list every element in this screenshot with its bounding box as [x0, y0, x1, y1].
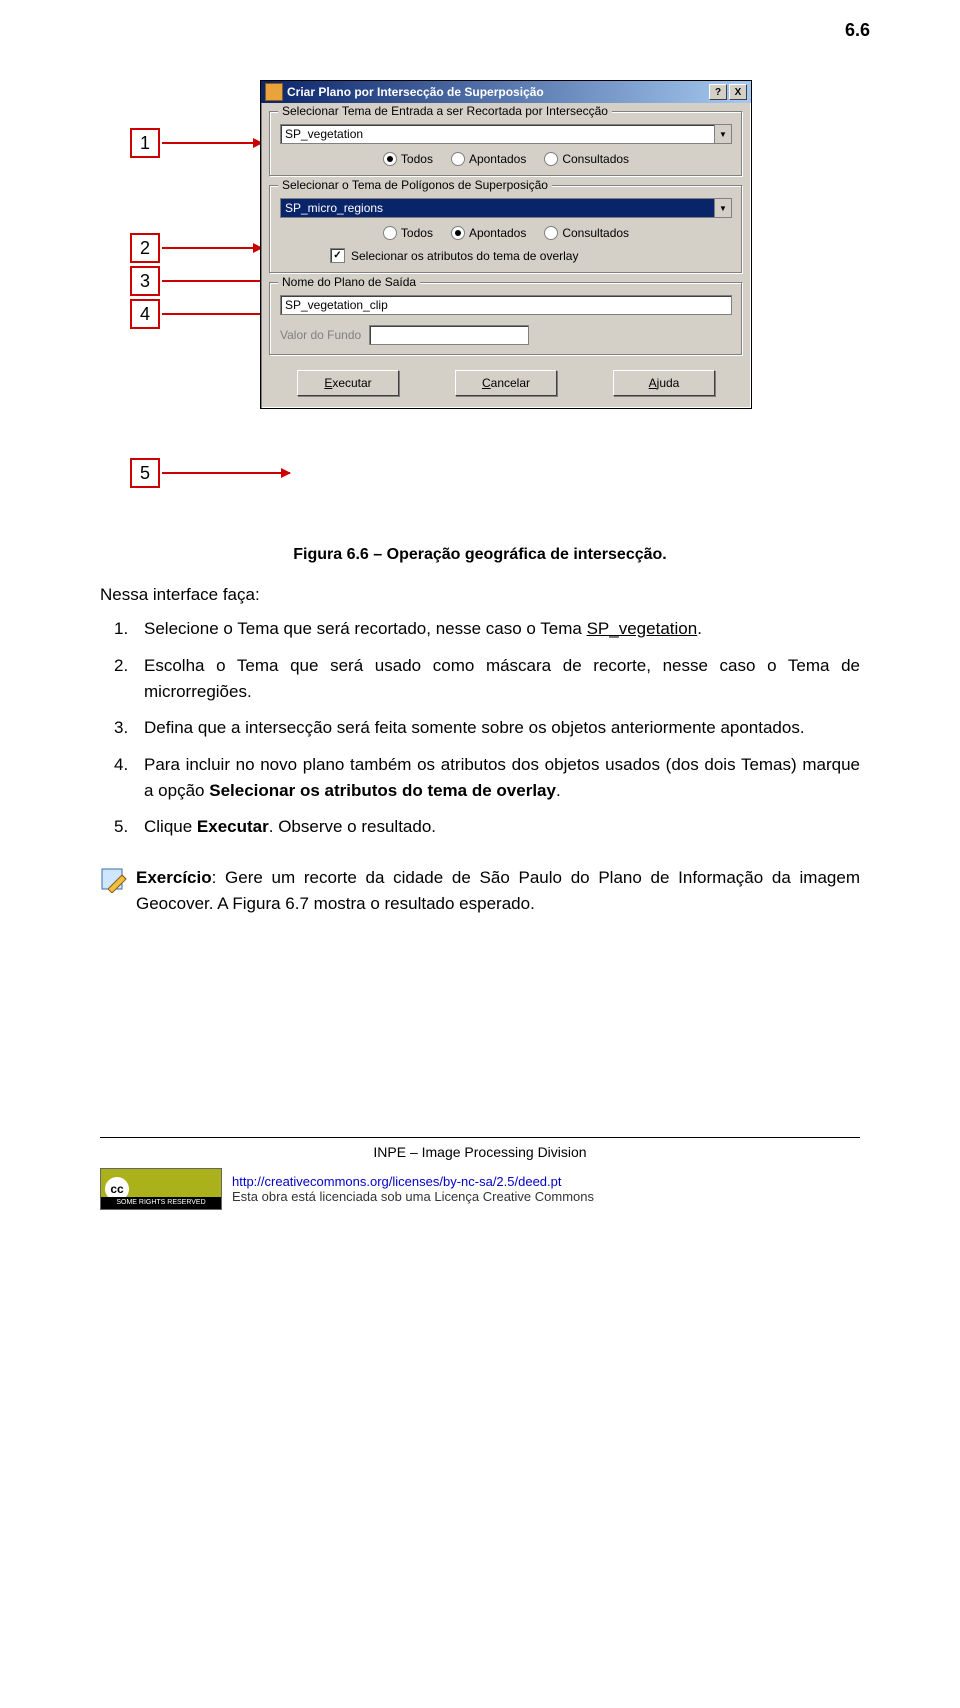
- radio-consultados-1[interactable]: Consultados: [544, 152, 629, 166]
- radio-icon: [451, 226, 465, 240]
- radio-apontados-1[interactable]: Apontados: [451, 152, 526, 166]
- instruction-list: 1. Selecione o Tema que será recortado, …: [114, 616, 860, 840]
- step-text: Selecione o Tema que será recortado, nes…: [144, 619, 587, 638]
- callout-4: 4: [130, 299, 160, 329]
- figure-caption: Figura 6.6 – Operação geográfica de inte…: [100, 546, 860, 564]
- callout-3: 3: [130, 266, 160, 296]
- group2-legend: Selecionar o Tema de Polígonos de Superp…: [278, 178, 552, 192]
- app-icon: [265, 83, 283, 101]
- figure-area: 1 2 3 4 5 Criar Plano por Intersecção de…: [100, 70, 860, 540]
- step-text: . Observe o resultado.: [269, 817, 436, 836]
- group-input-theme: Selecionar Tema de Entrada a ser Recorta…: [269, 111, 743, 177]
- step-theme-name: SP_vegetation: [587, 619, 698, 638]
- radio-todos-1[interactable]: Todos: [383, 152, 433, 166]
- cancelar-button[interactable]: Cancelar: [455, 370, 557, 396]
- callout-arrow-1: [162, 142, 262, 144]
- cc-badge-text: SOME RIGHTS RESERVED: [101, 1197, 221, 1209]
- exercise-text: : Gere um recorte da cidade de São Paulo…: [136, 868, 860, 913]
- radio-icon: [544, 226, 558, 240]
- callout-1: 1: [130, 128, 160, 158]
- footer-division: INPE – Image Processing Division: [100, 1137, 860, 1160]
- callout-arrow-2: [162, 247, 262, 249]
- radio-label: Apontados: [469, 152, 526, 166]
- step-text: Escolha o Tema que será usado como másca…: [144, 653, 860, 706]
- chevron-down-icon[interactable]: ▼: [714, 199, 731, 217]
- input-theme-dropdown[interactable]: SP_vegetation ▼: [280, 124, 732, 144]
- close-button[interactable]: X: [729, 84, 747, 100]
- input-theme-value: SP_vegetation: [281, 125, 714, 143]
- overlay-theme-dropdown[interactable]: SP_micro_regions ▼: [280, 198, 732, 218]
- help-button[interactable]: ?: [709, 84, 727, 100]
- group3-legend: Nome do Plano de Saída: [278, 275, 420, 289]
- valor-fundo-label: Valor do Fundo: [280, 328, 361, 342]
- chevron-down-icon[interactable]: ▼: [714, 125, 731, 143]
- list-item: 3. Defina que a intersecção será feita s…: [114, 715, 860, 741]
- callout-arrow-5: [162, 472, 290, 474]
- callout-2: 2: [130, 233, 160, 263]
- cc-license-text: Esta obra está licenciada sob uma Licenç…: [232, 1189, 594, 1204]
- radio-icon: [544, 152, 558, 166]
- radio-label: Todos: [401, 226, 433, 240]
- list-item: 2. Escolha o Tema que será usado como má…: [114, 653, 860, 706]
- radio-label: Consultados: [562, 152, 629, 166]
- step-text: Defina que a intersecção será feita some…: [144, 715, 860, 741]
- step-text: .: [556, 781, 561, 800]
- radio-consultados-2[interactable]: Consultados: [544, 226, 629, 240]
- radio-label: Apontados: [469, 226, 526, 240]
- dialog-title: Criar Plano por Intersecção de Superposi…: [287, 85, 707, 99]
- step-text: Clique: [144, 817, 197, 836]
- radio-label: Consultados: [562, 226, 629, 240]
- output-name-input[interactable]: SP_vegetation_clip: [280, 295, 732, 315]
- list-item: 4. Para incluir no novo plano também os …: [114, 752, 860, 805]
- overlay-attrib-checkbox[interactable]: ✓: [330, 248, 345, 263]
- group1-legend: Selecionar Tema de Entrada a ser Recorta…: [278, 104, 612, 118]
- callout-5: 5: [130, 458, 160, 488]
- radio-todos-2[interactable]: Todos: [383, 226, 433, 240]
- cc-footer: cc SOME RIGHTS RESERVED http://creativec…: [100, 1168, 860, 1220]
- step-text: .: [697, 619, 702, 638]
- cc-badge-icon: cc SOME RIGHTS RESERVED: [100, 1168, 222, 1210]
- valor-fundo-input[interactable]: [369, 325, 529, 345]
- step-bold: Executar: [197, 817, 269, 836]
- list-item: 1. Selecione o Tema que será recortado, …: [114, 616, 860, 642]
- exercise-block: Exercício: Gere um recorte da cidade de …: [100, 865, 860, 918]
- radio-label: Todos: [401, 152, 433, 166]
- radio-icon: [383, 226, 397, 240]
- pencil-note-icon: [100, 865, 128, 893]
- cc-url-link[interactable]: http://creativecommons.org/licenses/by-n…: [232, 1174, 562, 1189]
- group-overlay-theme: Selecionar o Tema de Polígonos de Superp…: [269, 185, 743, 274]
- radio-apontados-2[interactable]: Apontados: [451, 226, 526, 240]
- step-bold: Selecionar os atributos do tema de overl…: [209, 781, 556, 800]
- radio-icon: [451, 152, 465, 166]
- page-number: 6.6: [845, 20, 870, 41]
- list-item: 5. Clique Executar. Observe o resultado.: [114, 814, 860, 840]
- overlay-theme-value: SP_micro_regions: [281, 199, 714, 217]
- dialog-window: Criar Plano por Intersecção de Superposi…: [260, 80, 752, 409]
- executar-button[interactable]: Executar: [297, 370, 399, 396]
- overlay-attrib-label: Selecionar os atributos do tema de overl…: [351, 249, 578, 263]
- group-output: Nome do Plano de Saída SP_vegetation_cli…: [269, 282, 743, 356]
- intro-text: Nessa interface faça:: [100, 582, 860, 608]
- radio-icon: [383, 152, 397, 166]
- exercise-label: Exercício: [136, 868, 212, 887]
- dialog-titlebar[interactable]: Criar Plano por Intersecção de Superposi…: [261, 81, 751, 103]
- ajuda-button[interactable]: Ajuda: [613, 370, 715, 396]
